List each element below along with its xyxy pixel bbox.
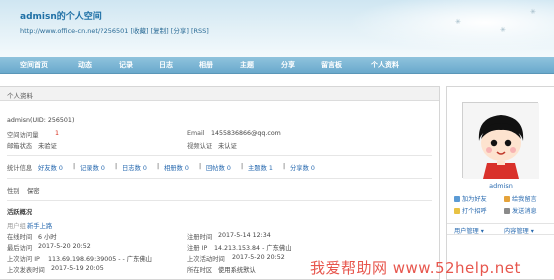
content-manage-menu[interactable]: 内容管理 ▾ bbox=[504, 226, 534, 235]
nav-item-feed[interactable]: 动态 bbox=[78, 60, 92, 70]
register-time-value: 2017-5-14 12:34 bbox=[218, 232, 271, 239]
timezone-value: 使用系统默认 bbox=[218, 267, 256, 274]
site-url-bar: http://www.office-cn.net/?256501 [收藏] [复… bbox=[20, 25, 209, 35]
stat-replies[interactable]: 回帖数 0 bbox=[206, 163, 231, 172]
sidebar-username[interactable]: admisn bbox=[447, 182, 554, 190]
stat-records[interactable]: 记录数 0 bbox=[80, 163, 105, 172]
header-banner: ✳ ✳ ✳ admisn的个人空间 http://www.office-cn.n… bbox=[0, 0, 554, 57]
share-link[interactable]: [分享] bbox=[171, 27, 189, 35]
visits-value: 1 bbox=[55, 130, 60, 137]
last-post-label: 上次发表时间 bbox=[7, 267, 45, 274]
user-group-value[interactable]: 新手上路 bbox=[27, 221, 52, 230]
cartoon-avatar-icon bbox=[463, 103, 539, 179]
last-visit-label: 最后访问 bbox=[7, 245, 33, 252]
timezone-label: 所在时区 bbox=[187, 267, 213, 274]
divider bbox=[7, 155, 432, 156]
leave-message-label: 给我留言 bbox=[512, 196, 537, 203]
bookmark-link[interactable]: [收藏] bbox=[130, 27, 148, 35]
last-ip-label: 上次访问 IP bbox=[7, 256, 40, 263]
stat-topics[interactable]: 主题数 1 bbox=[248, 163, 273, 172]
space-url-link[interactable]: http://www.office-cn.net/?256501 bbox=[20, 27, 128, 35]
visits-label: 空间访问量 bbox=[7, 132, 39, 139]
gender-value: 保密 bbox=[27, 188, 40, 195]
email-value: 1455836866@qq.com bbox=[211, 130, 281, 137]
stat-separator: | bbox=[115, 163, 118, 170]
sidebar-manage-bar: 用户管理 ▾ 内容管理 ▾ bbox=[447, 223, 554, 235]
envelope-icon bbox=[504, 208, 510, 214]
send-message-button[interactable]: 发送消息 bbox=[504, 206, 537, 215]
register-ip-value: 14.213.153.84 - 广东佛山 bbox=[214, 245, 292, 252]
nav-item-guestbook[interactable]: 留言板 bbox=[321, 60, 342, 70]
section-title: 个人资料 bbox=[0, 87, 439, 101]
user-manage-menu[interactable]: 用户管理 ▾ bbox=[454, 226, 484, 235]
stat-blogs[interactable]: 日志数 0 bbox=[122, 163, 147, 172]
stat-separator: | bbox=[73, 163, 76, 170]
wave-hand-icon bbox=[454, 208, 460, 214]
banner-glow bbox=[324, 0, 554, 57]
last-ip-value: 113.69.198.69:39005 - - 广东佛山 bbox=[48, 256, 152, 263]
message-icon bbox=[504, 196, 510, 202]
last-visit-value: 2017-5-20 20:52 bbox=[38, 243, 91, 250]
user-group-label: 用户组 bbox=[7, 223, 26, 230]
add-friend-button[interactable]: 加为好友 bbox=[454, 194, 487, 203]
nav-item-blog[interactable]: 日志 bbox=[159, 60, 173, 70]
stat-separator: | bbox=[283, 163, 286, 170]
last-post-value: 2017-5-19 20:05 bbox=[51, 265, 104, 272]
dandelion-seed-icon: ✳ bbox=[455, 18, 461, 26]
stat-separator: | bbox=[199, 163, 202, 170]
mail-status-label: 邮箱状态 bbox=[7, 143, 33, 150]
stat-shares[interactable]: 分享数 0 bbox=[290, 163, 315, 172]
stat-separator: | bbox=[157, 163, 160, 170]
divider bbox=[7, 200, 432, 201]
last-active-label: 上次活动时间 bbox=[187, 256, 225, 263]
stat-albums[interactable]: 相册数 0 bbox=[164, 163, 189, 172]
stat-separator: | bbox=[241, 163, 244, 170]
poke-label: 打个招呼 bbox=[462, 208, 487, 215]
nav-item-home[interactable]: 空间首页 bbox=[20, 60, 48, 70]
nav-item-records[interactable]: 记录 bbox=[119, 60, 133, 70]
video-auth-value: 未认证 bbox=[218, 143, 237, 150]
nav-item-topics[interactable]: 主题 bbox=[240, 60, 254, 70]
add-friend-icon bbox=[454, 196, 460, 202]
site-title[interactable]: admisn的个人空间 bbox=[20, 9, 102, 22]
gender-label: 性别 bbox=[7, 188, 20, 195]
nav-item-profile[interactable]: 个人资料 bbox=[371, 60, 399, 70]
dandelion-seed-icon: ✳ bbox=[530, 8, 536, 16]
avatar[interactable] bbox=[462, 102, 539, 179]
add-friend-label: 加为好友 bbox=[462, 196, 487, 203]
site-watermark: 我爱帮助网 www.52help.net bbox=[310, 259, 521, 277]
main-nav: 空间首页 动态 记录 日志 相册 主题 分享 留言板 个人资料 bbox=[0, 57, 554, 74]
dandelion-seed-icon: ✳ bbox=[500, 26, 506, 34]
register-time-label: 注册时间 bbox=[187, 234, 213, 241]
rss-link[interactable]: [RSS] bbox=[191, 27, 209, 35]
user-sidebar: admisn 加为好友 给我留言 打个招呼 发送消息 用户管理 ▾ 内容管理 ▾ bbox=[446, 86, 554, 280]
stat-friends[interactable]: 好友数 0 bbox=[38, 163, 63, 172]
mail-status-value: 未验证 bbox=[38, 143, 57, 150]
divider bbox=[7, 178, 432, 179]
video-auth-label: 视频认证 bbox=[187, 143, 213, 150]
nav-item-share[interactable]: 分享 bbox=[281, 60, 295, 70]
poke-button[interactable]: 打个招呼 bbox=[454, 206, 487, 215]
nav-item-album[interactable]: 相册 bbox=[199, 60, 213, 70]
activity-title: 活跃概况 bbox=[7, 209, 33, 216]
copy-link[interactable]: [复制] bbox=[151, 27, 169, 35]
leave-message-button[interactable]: 给我留言 bbox=[504, 194, 537, 203]
uid-line: admisn(UID: 256501) bbox=[7, 117, 75, 124]
last-active-value: 2017-5-20 20:52 bbox=[232, 254, 285, 261]
online-time-value: 6 小时 bbox=[38, 234, 57, 241]
profile-panel: 个人资料 admisn(UID: 256501) 空间访问量 1 Email 1… bbox=[0, 86, 440, 280]
register-ip-label: 注册 IP bbox=[187, 245, 208, 252]
stats-label: 统计信息 bbox=[7, 165, 33, 172]
send-message-label: 发送消息 bbox=[512, 208, 537, 215]
email-label: Email bbox=[187, 130, 205, 137]
online-time-label: 在线时间 bbox=[7, 234, 33, 241]
